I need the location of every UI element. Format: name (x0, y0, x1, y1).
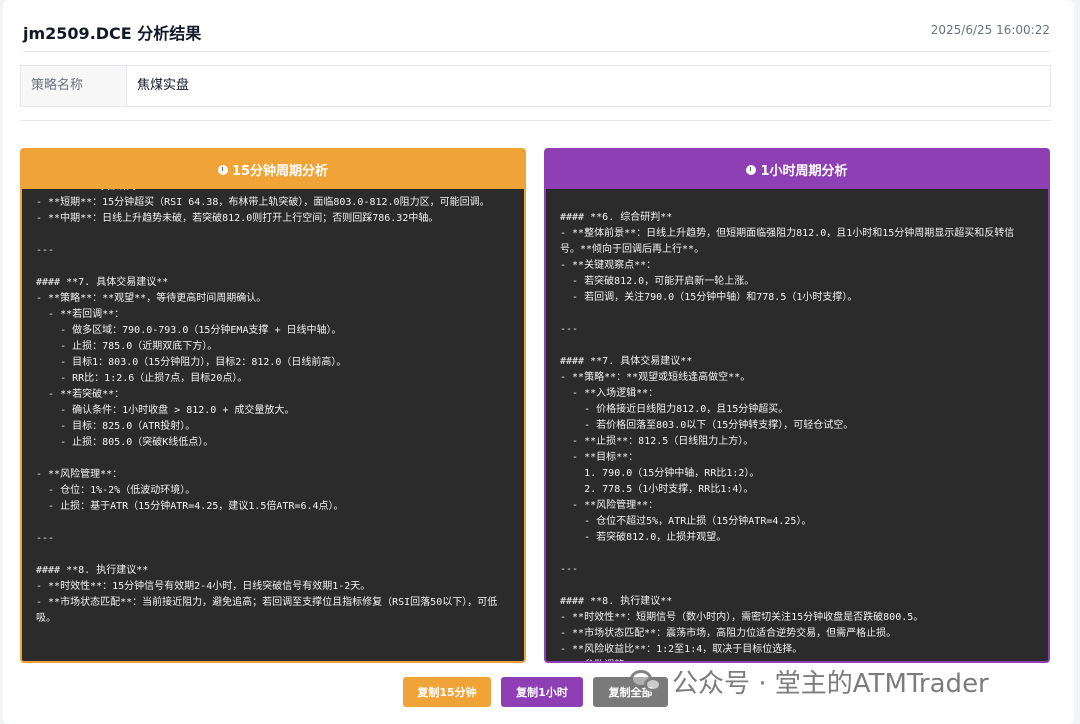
panel-1hour-title: 1小时周期分析 (760, 164, 848, 179)
page-title: jm2509.DCE 分析结果 (23, 24, 202, 43)
result-header: jm2509.DCE 分析结果 2025/6/25 16:00:22 (23, 0, 1050, 52)
copy-1hour-button[interactable]: 复制1小时 (501, 677, 583, 707)
panel-15min-content: #### **6. 综合研判** - **短期**：15分钟超买（RSI 64.… (36, 189, 498, 624)
timestamp: 2025/6/25 16:00:22 (930, 23, 1050, 37)
panel-15min-analysis: 15分钟周期分析 #### **6. 综合研判** - **短期**：15分钟超… (20, 148, 526, 663)
divider (20, 120, 1051, 121)
clock-icon (746, 164, 757, 175)
panel-1hour-header: 1小时周期分析 (546, 150, 1048, 189)
watermark-text: 公众号 · 堂主的ATMTrader (672, 668, 989, 699)
copy-15min-button[interactable]: 复制15分钟 (403, 677, 491, 707)
panel-15min-body[interactable]: #### **6. 综合研判** - **短期**：15分钟超买（RSI 64.… (22, 189, 524, 661)
watermark: 公众号 · 堂主的ATMTrader (630, 664, 989, 699)
panel-15min-header: 15分钟周期分析 (22, 150, 524, 189)
strategy-name-value: 焦煤实盘 (137, 78, 190, 93)
panel-1hour-analysis: 1小时周期分析 #### **6. 综合研判** - **整体前景**：日线上升… (544, 148, 1050, 663)
strategy-info-table: 策略名称 焦煤实盘 (20, 65, 1051, 107)
panel-1hour-body[interactable]: #### **6. 综合研判** - **整体前景**：日线上升趋势，但短期面临… (546, 189, 1048, 661)
clock-icon (217, 164, 228, 175)
wechat-icon (630, 667, 664, 695)
panel-15min-title: 15分钟周期分析 (231, 164, 329, 179)
strategy-name-label: 策略名称 (21, 66, 127, 106)
panel-1hour-content: #### **6. 综合研判** - **整体前景**：日线上升趋势，但短期面临… (560, 212, 1015, 661)
